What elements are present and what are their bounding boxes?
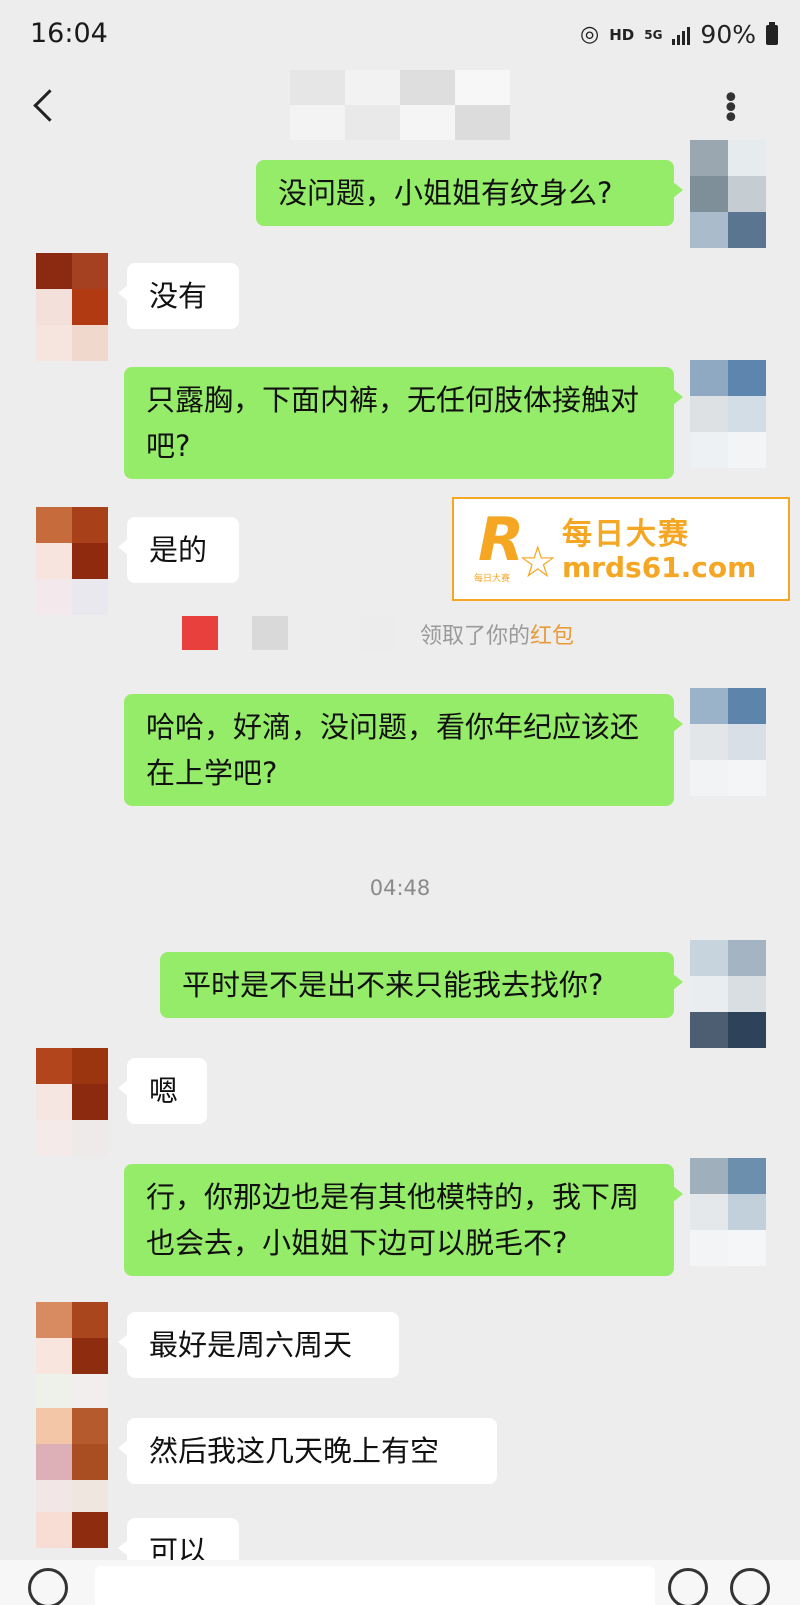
battery-percent: 90% (700, 20, 756, 49)
red-packet-link[interactable]: 红包 (530, 624, 574, 649)
status-bar: 16:04 ◎ HD 5G 90% (0, 0, 800, 70)
wifi-icon: ◎ (580, 22, 600, 47)
contact-avatar[interactable] (36, 1408, 108, 1518)
my-avatar[interactable] (690, 140, 766, 250)
message-bubble-theirs[interactable]: 最好是周六周天 (118, 1312, 399, 1378)
message-bubble-theirs[interactable]: 是的 (118, 517, 239, 583)
message-input[interactable] (95, 1566, 655, 1605)
contact-avatar[interactable] (36, 1302, 108, 1412)
red-packet-text: 领取了你的红包 (420, 624, 575, 649)
nav-bar: • • • (0, 70, 800, 140)
status-time: 16:04 (30, 18, 108, 49)
plus-icon[interactable] (730, 1568, 770, 1605)
chat-title-mosaic (290, 70, 510, 140)
time-divider: 04:48 (369, 876, 431, 900)
message-bubble-mine[interactable]: 哈哈，好滴，没问题，看你年纪应该还在上学吧? (124, 694, 683, 806)
signal-icon (672, 25, 691, 45)
watermark-title: 每日大赛 (562, 517, 690, 552)
message-bubble-mine[interactable]: 没问题，小姐姐有纹身么? (256, 160, 683, 226)
message-bubble-mine[interactable]: 只露胸，下面内裤，无任何肢体接触对吧? (124, 367, 683, 479)
chat-screen: 16:04 ◎ HD 5G 90% • • • 没问题，小姐姐有纹身么? 没有 … (0, 0, 800, 1605)
chevron-left-icon[interactable] (30, 86, 64, 124)
red-packet-notice: 领取了你的红包 (170, 612, 630, 652)
input-bar (0, 1560, 800, 1605)
ellipsis-icon[interactable]: • • • (722, 84, 762, 134)
network-type: 5G (644, 27, 663, 42)
watermark-logo: R ☆ 每日大赛 每日大赛 mrds61.com (452, 497, 790, 601)
contact-avatar[interactable] (36, 507, 108, 617)
watermark-r-star-logo: R ☆ 每日大赛 (474, 505, 558, 588)
message-bubble-mine[interactable]: 平时是不是出不来只能我去找你? (160, 952, 683, 1018)
my-avatar[interactable] (690, 940, 766, 1050)
voice-icon[interactable] (28, 1568, 68, 1605)
contact-avatar[interactable] (36, 1512, 108, 1562)
status-icons: ◎ HD 5G 90% (580, 20, 778, 49)
my-avatar[interactable] (690, 1158, 766, 1268)
contact-avatar[interactable] (36, 253, 108, 363)
my-avatar[interactable] (690, 688, 766, 798)
red-packet-icon (182, 616, 218, 650)
hd-badge: HD (609, 25, 635, 44)
my-avatar[interactable] (690, 360, 766, 470)
message-bubble-theirs[interactable]: 然后我这几天晚上有空 (118, 1418, 497, 1484)
contact-avatar[interactable] (36, 1048, 108, 1158)
message-bubble-theirs[interactable]: 没有 (118, 263, 239, 329)
battery-icon (766, 21, 778, 45)
message-bubble-theirs[interactable]: 嗯 (118, 1058, 207, 1124)
watermark-site: mrds61.com (562, 551, 757, 584)
emoji-icon[interactable] (668, 1568, 708, 1605)
message-bubble-mine[interactable]: 行，你那边也是有其他模特的，我下周也会去，小姐姐下边可以脱毛不? (124, 1164, 683, 1276)
